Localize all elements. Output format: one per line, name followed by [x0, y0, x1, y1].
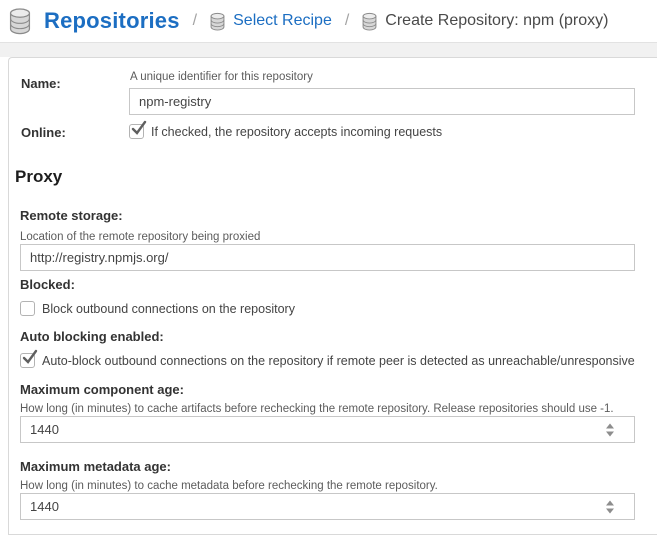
auto-blocking-group: Auto blocking enabled: Auto-block outbou…: [20, 329, 635, 368]
checkmark-icon: [22, 349, 38, 364]
breadcrumb-select-recipe-link[interactable]: Select Recipe: [233, 12, 332, 30]
blocked-checkbox[interactable]: [20, 301, 35, 316]
online-checkbox[interactable]: [129, 120, 147, 139]
max-metadata-age-label: Maximum metadata age:: [20, 459, 171, 474]
max-component-age-label: Maximum component age:: [20, 382, 184, 397]
name-field-row: Name: A unique identifier for this repos…: [21, 71, 635, 115]
breadcrumb: Repositories / Select Recipe / Create Re…: [0, 0, 657, 43]
online-checkbox-caption: If checked, the repository accepts incom…: [151, 124, 443, 139]
auto-blocking-checkbox[interactable]: [20, 349, 38, 368]
proxy-section-title: Proxy: [15, 167, 63, 186]
proxy-fieldset: Remote storage: Location of the remote r…: [9, 208, 657, 520]
blocked-checkbox-caption: Block outbound connections on the reposi…: [42, 301, 295, 316]
breadcrumb-current-page: Create Repository: npm (proxy): [385, 12, 609, 29]
max-component-age-input[interactable]: [20, 416, 635, 443]
max-component-age-help-text: How long (in minutes) to cache artifacts…: [20, 403, 614, 415]
max-component-age-group: Maximum component age: How long (in minu…: [20, 382, 635, 443]
name-input[interactable]: [129, 88, 635, 115]
number-spinner[interactable]: [606, 500, 614, 513]
name-label: Name:: [21, 76, 61, 91]
online-label: Online:: [21, 125, 66, 140]
spinner-up-icon[interactable]: [606, 500, 614, 505]
spinner-down-icon[interactable]: [606, 431, 614, 436]
breadcrumb-separator: /: [344, 12, 350, 29]
create-repository-form-panel: Name: A unique identifier for this repos…: [8, 57, 657, 535]
database-icon: [9, 8, 31, 35]
blocked-group: Blocked: Block outbound connections on t…: [20, 277, 635, 316]
online-field-row: Online: If checked, the repository accep…: [21, 120, 635, 140]
remote-storage-group: Remote storage: Location of the remote r…: [20, 208, 635, 271]
breadcrumb-separator: /: [192, 12, 198, 29]
auto-blocking-label: Auto blocking enabled:: [20, 329, 164, 344]
page-background-band: [0, 43, 657, 57]
max-metadata-age-input[interactable]: [20, 493, 635, 520]
remote-storage-label: Remote storage:: [20, 208, 123, 223]
general-fieldset: Name: A unique identifier for this repos…: [9, 58, 657, 140]
number-spinner[interactable]: [606, 423, 614, 436]
remote-storage-input[interactable]: [20, 244, 635, 271]
auto-blocking-checkbox-caption: Auto-block outbound connections on the r…: [42, 353, 635, 368]
blocked-label: Blocked:: [20, 277, 75, 292]
max-metadata-age-group: Maximum metadata age: How long (in minut…: [20, 459, 635, 520]
database-icon: [210, 12, 225, 31]
spinner-up-icon[interactable]: [606, 423, 614, 428]
name-help-text: A unique identifier for this repository: [130, 71, 313, 83]
breadcrumb-root[interactable]: Repositories: [44, 8, 180, 34]
remote-storage-help-text: Location of the remote repository being …: [20, 231, 261, 243]
database-icon: [362, 12, 377, 31]
max-metadata-age-help-text: How long (in minutes) to cache metadata …: [20, 480, 438, 492]
checkmark-icon: [131, 120, 147, 135]
spinner-down-icon[interactable]: [606, 508, 614, 513]
